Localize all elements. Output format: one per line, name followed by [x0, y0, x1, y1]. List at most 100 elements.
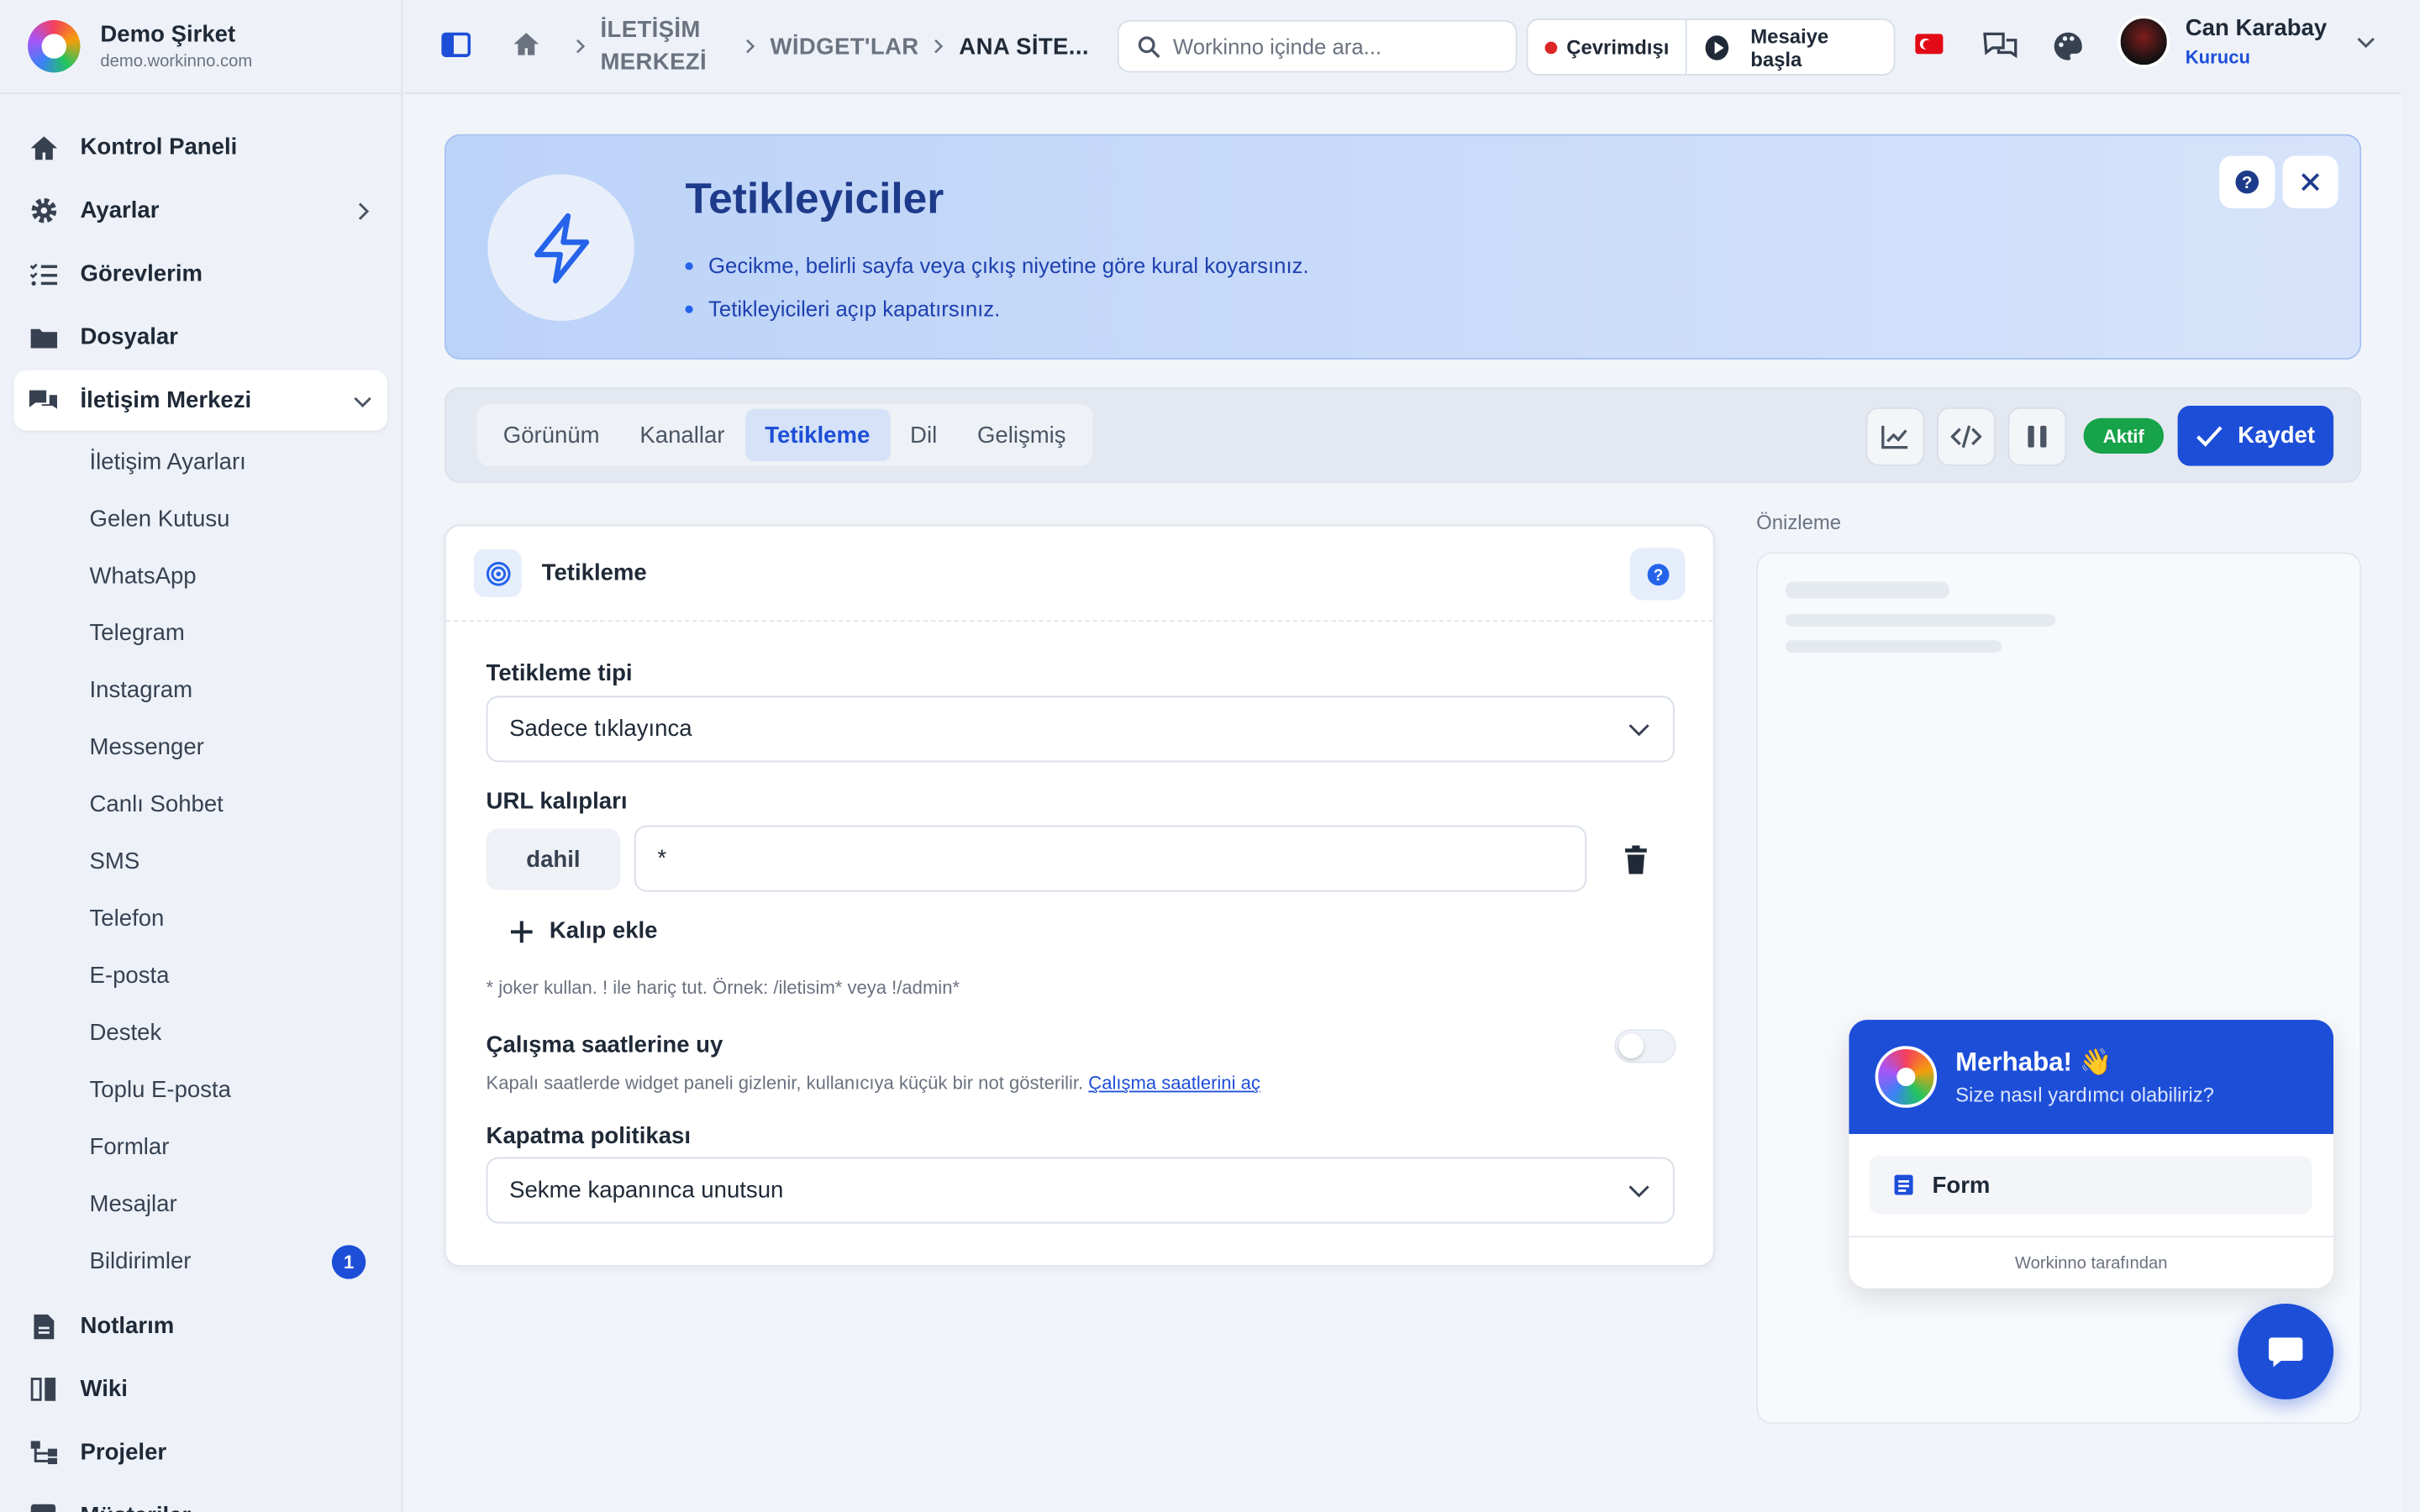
pause-button[interactable]: [2007, 407, 2067, 466]
sidebar-subitem-label: Messenger: [89, 734, 204, 761]
palette-icon[interactable]: [2053, 31, 2084, 62]
tab-channels[interactable]: Kanallar: [619, 409, 744, 461]
widget-greeting: Merhaba! 👋: [1955, 1047, 2112, 1078]
sidebar-subitem-messenger[interactable]: Messenger: [90, 719, 402, 776]
sidebar-item-label: Projeler: [80, 1439, 167, 1466]
sidebar-subitem-notifications[interactable]: Bildirimler 1: [90, 1233, 402, 1290]
turkish-flag-icon[interactable]: [1915, 34, 1944, 55]
banner-help-button[interactable]: ?: [2219, 155, 2275, 208]
close-policy-select[interactable]: Sekme kapanınca unutsun: [486, 1157, 1675, 1224]
sidebar-item-label: Müşteriler: [81, 1503, 192, 1512]
question-icon: ?: [1646, 563, 1669, 585]
sidebar-subitem-messages[interactable]: Mesajlar: [90, 1176, 402, 1233]
user-menu[interactable]: Can Karabay Kurucu: [2117, 15, 2376, 68]
company-domain: demo.workinno.com: [100, 52, 253, 71]
sidebar-subitem-whatsapp[interactable]: WhatsApp: [90, 548, 402, 605]
banner-title: Tetikleyiciler: [685, 174, 944, 223]
sidebar-subitem-label: Formlar: [89, 1133, 170, 1161]
sidebar-subitem-bulk-email[interactable]: Toplu E-posta: [90, 1062, 402, 1119]
chat-launcher-button[interactable]: [2238, 1304, 2334, 1399]
sidebar-item-communication-center[interactable]: İletişim Merkezi: [13, 370, 388, 431]
offline-dot: [1544, 40, 1558, 54]
sidebar-subitem-label: E-posta: [89, 963, 170, 990]
page-scrollbar[interactable]: [2401, 0, 2420, 1512]
sidebar-item-customers[interactable]: Müşteriler: [14, 1486, 387, 1512]
pattern-mode-toggle[interactable]: dahil: [486, 828, 621, 890]
skeleton-line: [1786, 581, 1949, 599]
url-pattern-input[interactable]: *: [634, 825, 1587, 892]
url-patterns-label: URL kalıpları: [486, 788, 628, 815]
presence-status-button[interactable]: Çevrimdışı: [1528, 19, 1688, 75]
presence-controls: Çevrimdışı Mesaiye başla: [1526, 18, 1896, 76]
sidebar-toggle-icon[interactable]: [441, 32, 471, 57]
sidebar-subitem-instagram[interactable]: Instagram: [90, 662, 402, 719]
sidebar-subitem-phone[interactable]: Telefon: [90, 890, 402, 948]
sidebar-subitem-telegram[interactable]: Telegram: [90, 605, 402, 662]
sidebar-subitem-sms[interactable]: SMS: [90, 833, 402, 890]
breadcrumb-item-widgets[interactable]: WİDGET'LAR: [771, 30, 919, 63]
close-policy-label: Kapatma politikası: [486, 1123, 692, 1150]
preview-label: Önizleme: [1756, 510, 1842, 534]
widget-header: Merhaba! 👋 Size nasıl yardımcı olabiliri…: [1849, 1020, 2334, 1134]
banner-bullets: Gecikme, belirli sayfa veya çıkış niyeti…: [685, 244, 1309, 330]
tab-appearance[interactable]: Görünüm: [483, 409, 620, 461]
trigger-type-select[interactable]: Sadece tıklayınca: [486, 696, 1675, 763]
sidebar-subitem-inbox[interactable]: Gelen Kutusu: [90, 491, 402, 548]
working-hours-hint-text: Kapalı saatlerde widget paneli gizlenir,…: [486, 1072, 1084, 1095]
widget-form-item[interactable]: Form: [1869, 1155, 2312, 1215]
projects-icon: [28, 1437, 59, 1468]
tab-language[interactable]: Dil: [890, 409, 957, 461]
company-logo: [28, 19, 81, 73]
sidebar-item-label: Görevlerim: [80, 260, 203, 287]
start-shift-button[interactable]: Mesaiye başla: [1687, 24, 1893, 71]
chevron-down-icon: [2356, 37, 2375, 49]
delete-pattern-button[interactable]: [1616, 839, 1656, 879]
sidebar-subitem-label: Destek: [89, 1020, 162, 1047]
save-button[interactable]: Kaydet: [2177, 406, 2334, 466]
sidebar: Demo Şirket demo.workinno.com Kontrol Pa…: [0, 0, 403, 1512]
widget-form-label: Form: [1932, 1171, 1991, 1199]
save-label: Kaydet: [2238, 423, 2316, 449]
sidebar-subitem-support[interactable]: Destek: [90, 1005, 402, 1062]
company-name: Demo Şirket: [100, 21, 236, 48]
sidebar-subitem-live-chat[interactable]: Canlı Sohbet: [90, 776, 402, 833]
tasks-icon: [28, 259, 59, 290]
sidebar-subitem-contact-settings[interactable]: İletişim Ayarları: [90, 433, 402, 491]
sidebar-item-settings[interactable]: Ayarlar: [14, 181, 387, 241]
global-search-input[interactable]: Workinno içinde ara...: [1117, 19, 1518, 73]
breadcrumb-item-communication-center[interactable]: İLETİŞİM MERKEZİ: [600, 14, 711, 79]
tab-advanced[interactable]: Gelişmiş: [957, 409, 1086, 461]
status-badge: Aktif: [2083, 417, 2165, 454]
banner-bullet: Tetikleyicileri açıp kapatırsınız.: [685, 287, 1308, 330]
embed-code-button[interactable]: [1937, 407, 1996, 466]
chat-icon: [28, 385, 59, 416]
working-hours-link[interactable]: Çalışma saatlerini aç: [1088, 1073, 1260, 1095]
working-hours-toggle[interactable]: [1614, 1029, 1676, 1063]
card-help-button[interactable]: ?: [1629, 548, 1686, 601]
search-icon: [1138, 35, 1160, 58]
tab-triggers[interactable]: Tetikleme: [744, 408, 891, 462]
sidebar-subitem-email[interactable]: E-posta: [90, 948, 402, 1005]
sidebar-item-projects[interactable]: Projeler: [14, 1422, 387, 1483]
analytics-button[interactable]: [1865, 407, 1925, 466]
trigger-type-label: Tetikleme tipi: [486, 660, 633, 687]
sidebar-item-files[interactable]: Dosyalar: [14, 307, 387, 368]
settings-tabs: Görünüm Kanallar Tetikleme Dil Gelişmiş: [476, 404, 1092, 466]
sidebar-item-dashboard[interactable]: Kontrol Paneli: [14, 118, 387, 178]
sidebar-item-wiki[interactable]: Wiki: [14, 1359, 387, 1420]
breadcrumb: İLETİŞİM MERKEZİ WİDGET'LAR ANA SİTE...: [560, 14, 1089, 79]
chevron-right-icon: [934, 39, 944, 54]
add-pattern-button[interactable]: Kalıp ekle: [509, 918, 658, 944]
gear-icon: [28, 195, 59, 226]
sidebar-item-tasks[interactable]: Görevlerim: [14, 244, 387, 304]
sidebar-item-notes[interactable]: Notlarım: [14, 1296, 387, 1357]
trigger-settings-card: Tetikleme ? Tetikleme tipi Sadece tıklay…: [444, 524, 1715, 1267]
sidebar-subitem-forms[interactable]: Formlar: [90, 1119, 402, 1176]
home-icon[interactable]: [513, 31, 540, 57]
notification-count-badge: 1: [331, 1244, 366, 1278]
widget-toolbar: Görünüm Kanallar Tetikleme Dil Gelişmiş …: [444, 387, 2362, 483]
start-shift-label: Mesaiye başla: [1750, 24, 1829, 71]
company-switcher[interactable]: Demo Şirket demo.workinno.com: [0, 0, 402, 95]
messages-icon[interactable]: [1983, 31, 2018, 62]
banner-close-button[interactable]: [2282, 155, 2338, 208]
